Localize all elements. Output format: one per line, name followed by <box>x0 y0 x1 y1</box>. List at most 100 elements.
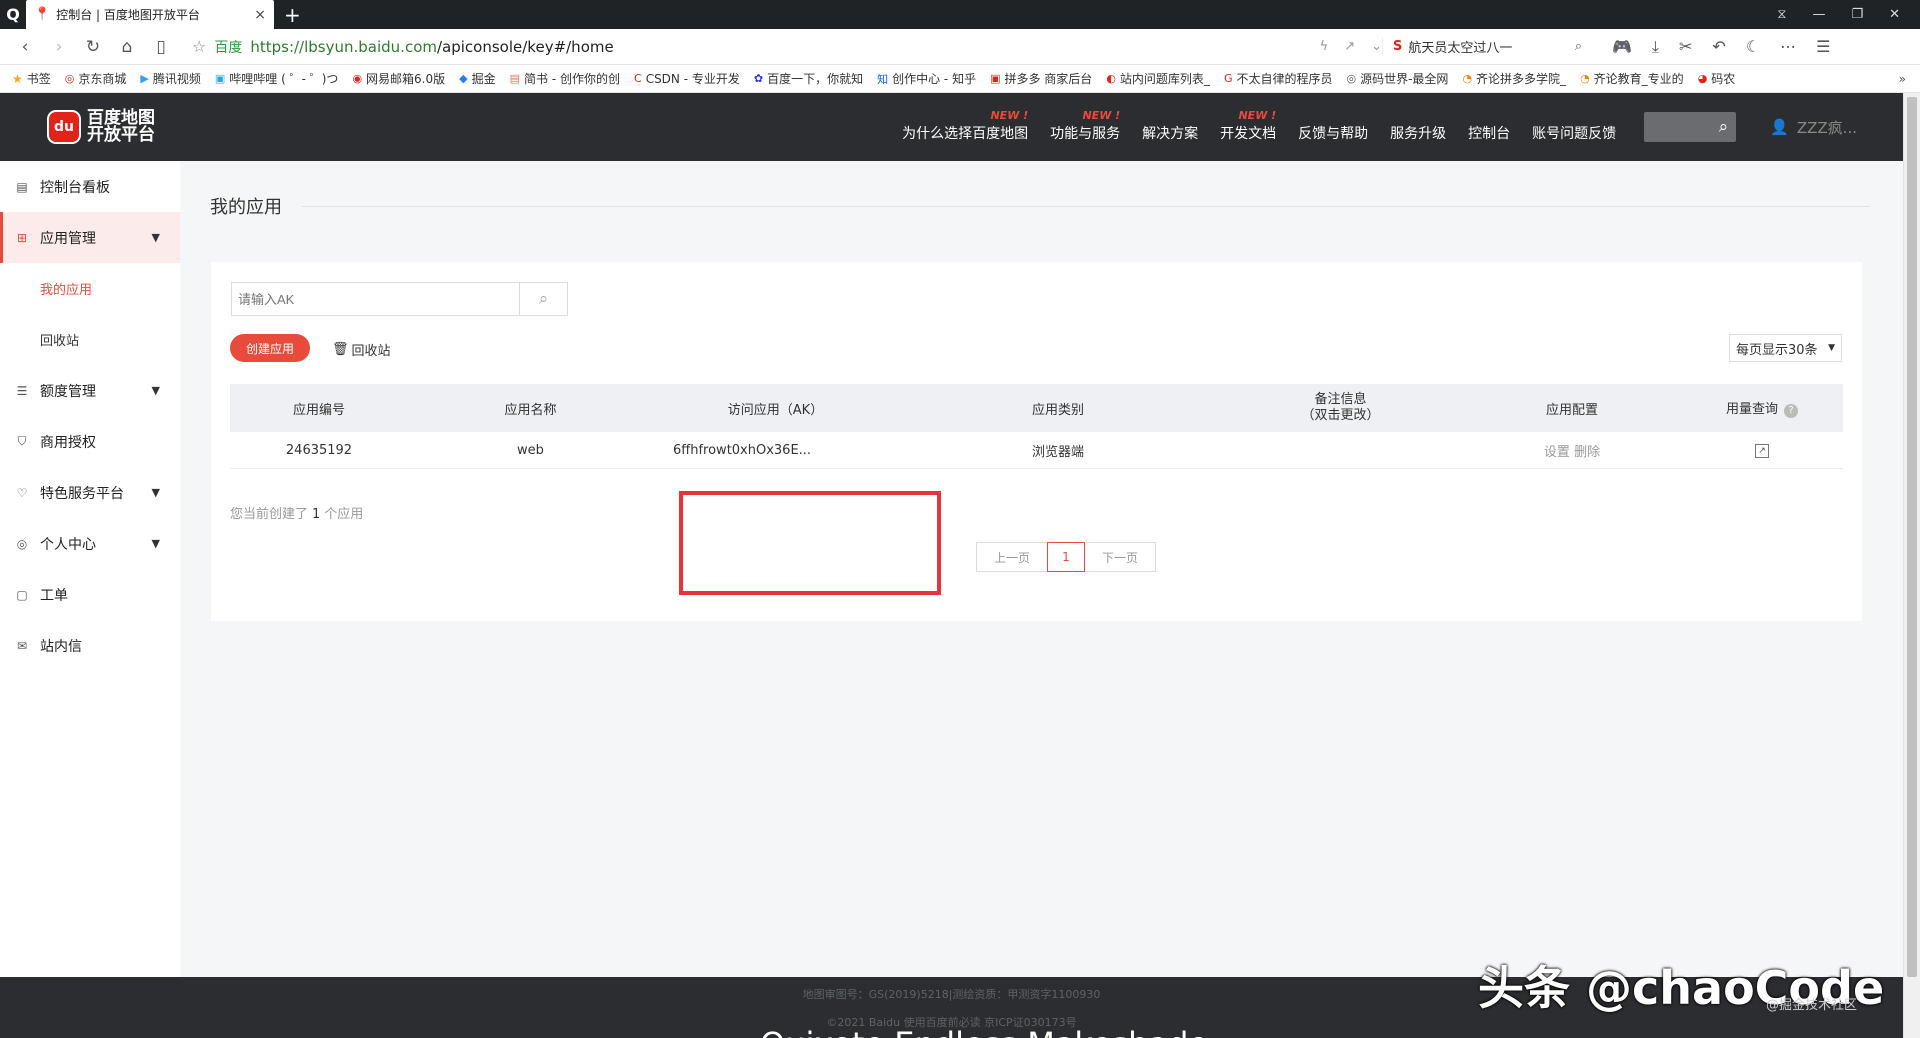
scissors-icon[interactable]: ✂ <box>1679 37 1692 57</box>
bookmark-item[interactable]: ▣ 拼多多 商家后台 <box>990 70 1092 87</box>
minimize-icon[interactable]: — <box>1812 7 1825 22</box>
sidebar-item-tickets[interactable]: ▢ 工单 <box>0 569 180 620</box>
username: ZZZ疯... <box>1796 118 1857 137</box>
header-search-button[interactable]: ⌕ <box>1644 112 1737 142</box>
app-ak[interactable]: 6ffhfrowt0xhOx36E... <box>653 443 898 458</box>
bookmark-item[interactable]: G 不太自律的程序员 <box>1224 70 1333 87</box>
bookmark-star-icon[interactable]: ☆ <box>192 37 206 56</box>
per-page-select[interactable]: 每页显示30条 ▼ <box>1729 334 1842 362</box>
page-scrollbar[interactable] <box>1903 93 1920 1038</box>
col-usage: 用量查询? <box>1681 398 1843 418</box>
bookmark-item[interactable]: ◐ 站内问题库列表_ <box>1106 70 1210 87</box>
bookmark-item[interactable]: ◉ 网易邮箱6.0版 <box>352 70 445 87</box>
bookmarks-more-icon[interactable]: » <box>1899 72 1920 86</box>
chart-icon[interactable]: ↗ <box>1755 444 1769 458</box>
caret-down-icon: ▼ <box>151 231 160 244</box>
next-page-button[interactable]: 下一页 <box>1084 542 1156 572</box>
trash-icon: 🗑 <box>332 342 349 357</box>
sidebar-item-label: 控制台看板 <box>40 179 110 196</box>
caret-down-icon: ▼ <box>151 537 160 550</box>
app-id: 24635192 <box>285 442 353 458</box>
reader-icon[interactable]: ▯ <box>144 37 178 57</box>
sidebar-item-dashboard[interactable]: ▤ 控制台看板 <box>0 161 180 212</box>
nav-solutions[interactable]: 解决方案 <box>1142 111 1198 143</box>
nav-feedback[interactable]: 反馈与帮助 <box>1298 111 1368 143</box>
main-content: 我的应用 ⌕ 创建应用 🗑 回收站 每页显示30条 ▼ 应用编号 应用名称 访问… <box>180 161 1903 977</box>
sidebar-item-messages[interactable]: ✉ 站内信 <box>0 620 180 671</box>
close-tab-icon[interactable]: × <box>254 7 266 23</box>
bookmark-item[interactable]: ◎ 源码世界-最全网 <box>1346 70 1448 87</box>
chevron-down-icon[interactable]: ⌄ <box>1371 39 1382 54</box>
divider <box>302 205 1870 207</box>
restore-icon[interactable]: ❐ <box>1851 7 1863 22</box>
new-tab-icon[interactable]: + <box>284 3 301 27</box>
page-number[interactable]: 1 <box>1047 542 1085 572</box>
home-icon[interactable]: ⌂ <box>110 37 144 57</box>
search-icon[interactable]: ⌕ <box>519 283 567 315</box>
create-app-button[interactable]: 创建应用 <box>230 334 310 362</box>
bookmark-item[interactable]: ◎ 京东商城 <box>65 70 127 87</box>
search-icon[interactable]: ⌕ <box>1575 39 1582 54</box>
sidebar-subitem-recycle-bin[interactable]: 回收站 <box>0 314 180 365</box>
apps-summary: 您当前创建了 1 个应用 <box>230 507 364 522</box>
bookmark-item[interactable]: ▶ 腾讯视频 <box>140 70 200 87</box>
delete-link[interactable]: 删除 <box>1574 445 1600 460</box>
bookmark-item[interactable]: ✿ 百度一下，你就知 <box>754 70 863 87</box>
bookmarks-bar: ★ 书签 ◎ 京东商城 ▶ 腾讯视频 ▣ 哔哩哔哩 ( ゜- ゜)つ ◉ 网易邮箱6.0版… <box>0 65 1920 93</box>
prev-page-button[interactable]: 上一页 <box>976 542 1048 572</box>
lightning-icon[interactable]: ϟ <box>1320 39 1329 54</box>
sidebar-item-quota[interactable]: ☰ 额度管理 ▼ <box>0 365 180 416</box>
bookmark-item[interactable]: C CSDN - 专业开发 <box>634 70 740 87</box>
site-logo[interactable]: du 百度地图开放平台 <box>47 110 159 144</box>
ak-search-input[interactable] <box>232 283 519 315</box>
nav-account-feedback[interactable]: 账号问题反馈 <box>1532 111 1616 143</box>
sidebar-subitem-my-apps[interactable]: 我的应用 <box>0 263 180 314</box>
close-window-icon[interactable]: ✕ <box>1889 7 1900 22</box>
bookmark-folder[interactable]: ★ 书签 <box>12 70 51 87</box>
browser-search-input[interactable]: S 航天员太空过八一 ⌕ <box>1382 37 1592 56</box>
settings-link[interactable]: 设置 <box>1544 445 1570 460</box>
reload-icon[interactable]: ↻ <box>76 37 110 57</box>
url-field[interactable]: ☆ 百度 https://lbsyun.baidu.com/apiconsole… <box>192 37 1382 57</box>
nav-upgrade[interactable]: 服务升级 <box>1390 111 1446 143</box>
sidebar-item-commercial-license[interactable]: ⛉ 商用授权 <box>0 416 180 467</box>
url-text[interactable]: https://lbsyun.baidu.com/apiconsole/key#… <box>250 38 613 56</box>
browser-logo-icon[interactable]: Q <box>0 0 26 29</box>
download-icon[interactable]: ⤓ <box>1652 37 1659 57</box>
search-text: 航天员太空过八一 <box>1408 41 1513 56</box>
col-category: 应用类别 <box>1031 402 1084 418</box>
game-icon[interactable]: 🎮 <box>1612 37 1632 57</box>
bookmark-item[interactable]: ◔ 齐论拼多多学院_ <box>1462 70 1566 87</box>
bookmark-item[interactable]: ▣ 哔哩哔哩 ( ゜- ゜)つ <box>215 70 339 87</box>
col-remark: 备注信息 （双击更改） <box>1301 392 1380 423</box>
back-icon[interactable]: ‹ <box>8 37 42 57</box>
bookmark-item[interactable]: ◕ 码农 <box>1698 70 1736 87</box>
mail-icon: ✉ <box>16 638 28 653</box>
apps-panel: ⌕ 创建应用 🗑 回收站 每页显示30条 ▼ 应用编号 应用名称 访问应用（AK… <box>211 262 1862 621</box>
browser-tab[interactable]: 📍 控制台 | 百度地图开放平台 × <box>26 0 274 29</box>
url-tools: ϟ ↗ ⌄ <box>1320 39 1382 54</box>
search-engine-icon[interactable]: S <box>1393 39 1402 54</box>
nav-features[interactable]: 功能与服务 NEW ! <box>1050 109 1120 143</box>
scrollbar-thumb[interactable] <box>1907 97 1917 977</box>
user-menu[interactable]: 👤 ZZZ疯... <box>1770 117 1857 138</box>
share-icon[interactable]: ↗ <box>1344 39 1355 54</box>
forward-icon[interactable]: › <box>42 37 76 57</box>
nav-console[interactable]: 控制台 <box>1468 111 1510 143</box>
sidebar-item-featured-services[interactable]: ♡ 特色服务平台 ▼ <box>0 467 180 518</box>
bookmark-item[interactable]: ◔ 齐论教育_专业的 <box>1580 70 1684 87</box>
nav-why-baidu[interactable]: 为什么选择百度地图 NEW ! <box>902 109 1028 143</box>
more-icon[interactable]: ⋯ <box>1780 37 1796 57</box>
bookmark-item[interactable]: ◆ 掘金 <box>459 70 495 87</box>
night-mode-icon[interactable]: ☾ <box>1746 37 1760 57</box>
recycle-bin-link[interactable]: 🗑 回收站 <box>332 340 391 359</box>
nav-docs[interactable]: 开发文档 NEW ! <box>1220 109 1276 143</box>
sidebar-item-personal-center[interactable]: ◎ 个人中心 ▼ <box>0 518 180 569</box>
bookmark-item[interactable]: 知创作中心 - 知乎 <box>877 70 976 87</box>
skin-icon[interactable]: ⧖ <box>1777 7 1786 22</box>
undo-icon[interactable]: ↶ <box>1712 37 1725 57</box>
menu-icon[interactable]: ☰ <box>1816 37 1830 57</box>
help-icon[interactable]: ? <box>1784 404 1798 418</box>
sidebar-item-app-management[interactable]: ⊞ 应用管理 ▼ <box>0 212 180 263</box>
bookmark-item[interactable]: ▤ 简书 - 创作你的创 <box>510 70 620 87</box>
